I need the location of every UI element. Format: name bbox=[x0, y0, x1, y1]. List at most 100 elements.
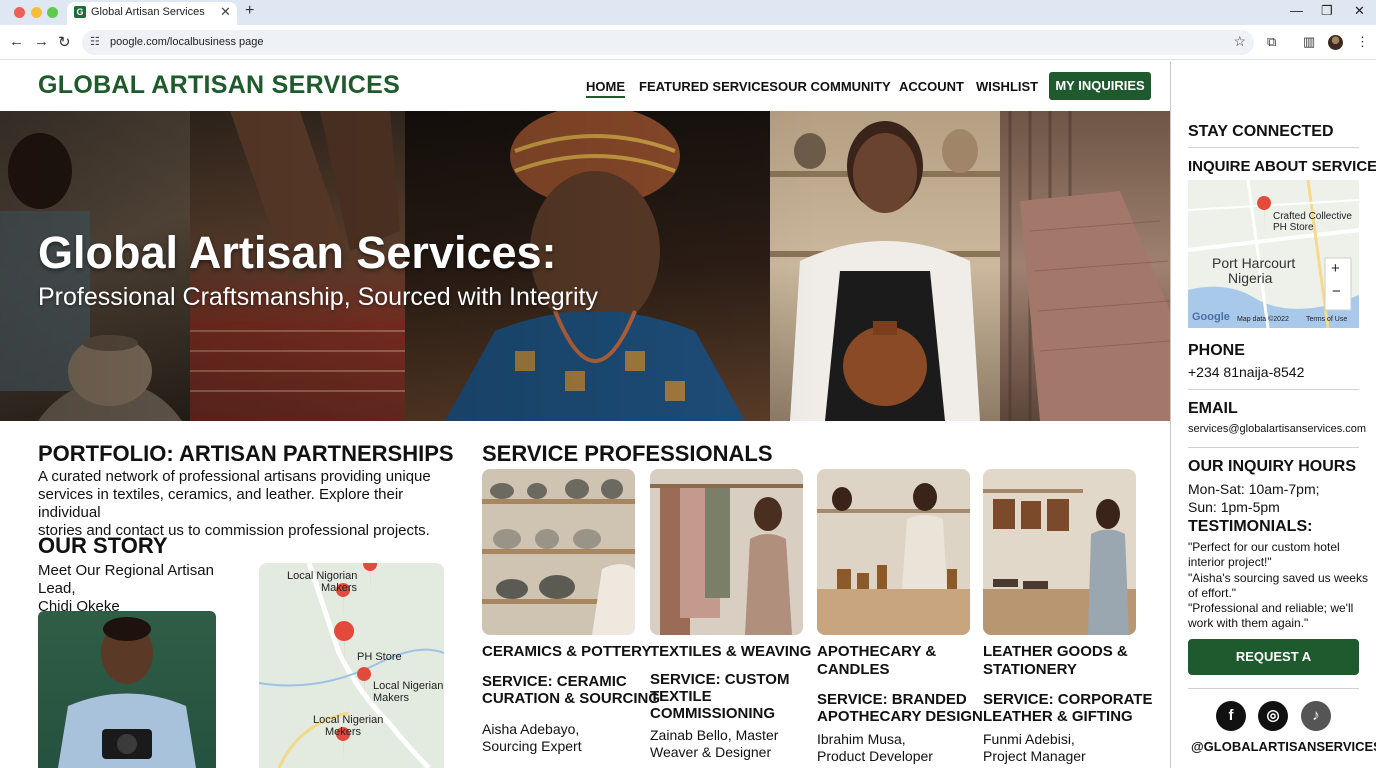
email-address[interactable]: services@globalartisanservices.com bbox=[1188, 423, 1366, 435]
person-line: Project Manager bbox=[983, 748, 1086, 764]
minimize-icon[interactable]: — bbox=[1290, 3, 1303, 18]
map-label: Local Nigerian bbox=[313, 714, 384, 726]
site-header: GLOBAL ARTISAN SERVICES HOME FEATURED SE… bbox=[0, 61, 1170, 111]
nav-wishlist[interactable]: WISHLIST bbox=[976, 79, 1038, 94]
category-line: LEATHER GOODS & bbox=[983, 643, 1128, 660]
restore-icon[interactable]: ❐ bbox=[1321, 3, 1333, 19]
site-logo[interactable]: GLOBAL ARTISAN SERVICES bbox=[38, 71, 400, 100]
nav-account[interactable]: ACCOUNT bbox=[899, 79, 964, 94]
service-title[interactable]: SERVICE: CORPORATE LEATHER & GIFTING bbox=[983, 691, 1152, 725]
new-tab-icon[interactable]: + bbox=[245, 2, 254, 20]
divider bbox=[1188, 688, 1359, 689]
my-inquiries-button[interactable]: MY INQUIRIES bbox=[1049, 72, 1151, 100]
service-image-textiles[interactable] bbox=[650, 469, 803, 635]
facebook-icon[interactable]: f bbox=[1216, 701, 1246, 731]
service-image-apothecary[interactable] bbox=[817, 469, 970, 635]
service-person: Funmi Adebisi, Project Manager bbox=[983, 731, 1086, 765]
title-line: SERVICE: CUSTOM bbox=[650, 671, 790, 688]
map-label: Mekers bbox=[325, 726, 362, 738]
nav-featured-services[interactable]: FEATURED SERVICES bbox=[639, 79, 778, 94]
divider bbox=[1188, 389, 1359, 390]
hours-line: Sun: 1pm-5pm bbox=[1188, 499, 1280, 515]
title-line: TEXTILE bbox=[650, 688, 712, 705]
our-story-heading: OUR STORY bbox=[38, 533, 168, 558]
map-pin-label: PH Store bbox=[1273, 222, 1314, 233]
makers-map[interactable]: Local Nigorian Makers PH Store Local Nig… bbox=[259, 563, 444, 768]
service-category: APOTHECARY & CANDLES bbox=[817, 643, 936, 679]
map-label: Local Nigerian bbox=[373, 680, 444, 692]
title-line: LEATHER & GIFTING bbox=[983, 708, 1133, 725]
person-line: Weaver & Designer bbox=[650, 744, 772, 760]
instagram-icon[interactable]: ◎ bbox=[1258, 701, 1288, 731]
category-line: APOTHECARY & bbox=[817, 643, 937, 660]
title-line: SERVICE: CERAMIC bbox=[482, 673, 627, 690]
person-line: Ibrahim Musa, bbox=[817, 731, 906, 747]
map-city-label: Nigeria bbox=[1228, 270, 1273, 286]
extensions-icon[interactable]: ⧉ bbox=[1267, 34, 1276, 50]
store-location-map[interactable]: Crafted Collective PH Store Port Harcour… bbox=[1188, 180, 1359, 328]
person-line: Funmi Adebisi, bbox=[983, 731, 1075, 747]
artisan-lead-photo bbox=[38, 611, 216, 768]
minimize-window-button[interactable] bbox=[31, 7, 42, 18]
reload-icon[interactable]: ↻ bbox=[58, 33, 71, 51]
person-line: Product Developer bbox=[817, 748, 933, 764]
map-label: Makers bbox=[373, 692, 410, 704]
service-person: Aisha Adebayo, Sourcing Expert bbox=[482, 721, 582, 755]
browser-menu-icon[interactable]: ⋮ bbox=[1356, 34, 1369, 50]
title-line: COMMISSIONING bbox=[650, 705, 776, 722]
category-line: TEXTILES & WEAVING bbox=[650, 643, 812, 660]
map-terms-link[interactable]: Terms of Use bbox=[1306, 316, 1347, 323]
zoom-in-icon[interactable]: + bbox=[1331, 260, 1340, 277]
google-logo: Google bbox=[1192, 311, 1230, 323]
tiktok-icon[interactable]: ♪ bbox=[1301, 701, 1331, 731]
nav-home[interactable]: HOME bbox=[586, 79, 625, 98]
our-story-intro: Meet Our Regional Artisan Lead, Chidi Ok… bbox=[38, 562, 253, 616]
back-icon[interactable]: ← bbox=[9, 33, 24, 50]
category-line: STATIONERY bbox=[983, 661, 1077, 678]
nav-our-community[interactable]: OUR COMMUNITY bbox=[778, 79, 891, 94]
service-category: LEATHER GOODS & STATIONERY bbox=[983, 643, 1128, 679]
testimonial: "Perfect for our custom hotel interior p… bbox=[1188, 540, 1340, 569]
portfolio-line: A curated network of professional artisa… bbox=[38, 468, 431, 485]
social-handle[interactable]: @GLOBALARTISANSERVICES bbox=[1191, 739, 1376, 754]
tab-close-icon[interactable]: ✕ bbox=[220, 4, 231, 20]
person-line: Sourcing Expert bbox=[482, 738, 582, 754]
service-image-leather[interactable] bbox=[983, 469, 1136, 635]
service-title[interactable]: SERVICE: CERAMIC CURATION & SOURCING bbox=[482, 673, 660, 707]
email-label: EMAIL bbox=[1188, 400, 1238, 417]
hours-line: Mon-Sat: 10am-7pm; bbox=[1188, 481, 1320, 497]
close-icon[interactable]: ✕ bbox=[1354, 3, 1365, 19]
site-favicon-icon: G bbox=[74, 6, 86, 18]
inquire-heading: INQUIRE ABOUT SERVICES bbox=[1188, 158, 1376, 175]
hero-banner: Global Artisan Services: Professional Cr… bbox=[0, 111, 1170, 421]
contact-sidebar: STAY CONNECTED INQUIRE ABOUT SERVICES Cr… bbox=[1170, 61, 1376, 768]
map-city-label: Port Harcourt bbox=[1212, 255, 1296, 271]
site-settings-icon[interactable]: ☷ bbox=[90, 35, 100, 48]
bookmark-star-icon[interactable]: ☆ bbox=[1233, 33, 1246, 50]
side-panel-icon[interactable]: ▥ bbox=[1303, 34, 1315, 50]
service-person: Ibrahim Musa, Product Developer bbox=[817, 731, 933, 765]
map-attribution: Map data ©2022 bbox=[1237, 316, 1289, 323]
testimonial: "Professional and reliable; we'll work w… bbox=[1188, 601, 1354, 630]
close-window-button[interactable] bbox=[14, 7, 25, 18]
stay-connected-heading: STAY CONNECTED bbox=[1188, 123, 1334, 140]
request-consultation-button[interactable]: REQUEST A CONSULTATION bbox=[1188, 639, 1359, 700]
inquiry-hours-label: OUR INQUIRY HOURS bbox=[1188, 458, 1357, 475]
title-line: SERVICE: CORPORATE bbox=[983, 691, 1153, 708]
browser-tab[interactable]: G Global Artisan Services ✕ bbox=[67, 2, 237, 25]
zoom-out-icon[interactable]: − bbox=[1332, 283, 1341, 300]
address-bar[interactable]: ☷ poogle.com/localbusiness page ☆ bbox=[82, 30, 1254, 55]
map-label: PH Store bbox=[357, 651, 402, 663]
person-line: Aisha Adebayo, bbox=[482, 721, 580, 737]
service-image-ceramics[interactable] bbox=[482, 469, 635, 635]
profile-avatar[interactable] bbox=[1328, 35, 1343, 50]
service-title[interactable]: SERVICE: CUSTOM TEXTILE COMMISSIONING bbox=[650, 671, 789, 722]
phone-number[interactable]: +234 81naija-8542 bbox=[1188, 364, 1304, 380]
service-title[interactable]: SERVICE: BRANDED APOTHECARY DESIGN bbox=[817, 691, 983, 725]
map-label: Local Nigorian bbox=[287, 570, 358, 582]
forward-icon[interactable]: → bbox=[34, 33, 49, 50]
maximize-window-button[interactable] bbox=[47, 7, 58, 18]
title-line: CURATION & SOURCING bbox=[482, 690, 661, 707]
divider bbox=[1188, 447, 1359, 448]
portfolio-heading: PORTFOLIO: ARTISAN PARTNERSHIPS bbox=[38, 441, 454, 466]
